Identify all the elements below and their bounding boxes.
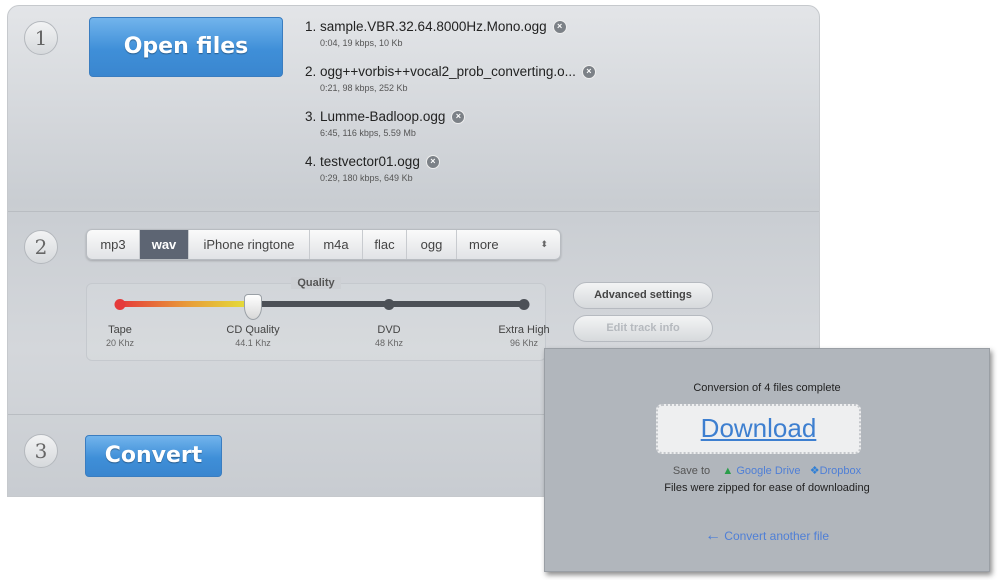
tab-mp3[interactable]: mp3 [87, 230, 140, 259]
quality-stop-label: Extra High 96 Khz [498, 324, 549, 348]
quality-slider-handle[interactable] [244, 294, 262, 320]
remove-file-icon[interactable]: × [451, 109, 466, 124]
file-name: 4. testvector01.ogg [305, 154, 420, 169]
remove-file-icon[interactable]: × [552, 19, 567, 34]
google-drive-icon: ▲ [722, 465, 734, 477]
tab-ogg[interactable]: ogg [407, 230, 457, 259]
tab-iphone-ringtone[interactable]: iPhone ringtone [189, 230, 310, 259]
step-2-badge: 2 [24, 230, 58, 264]
dropbox-link[interactable]: ❖Dropbox [810, 465, 861, 477]
file-meta: 0:29, 180 kbps, 649 Kb [320, 173, 413, 183]
tab-wav[interactable]: wav [140, 230, 189, 259]
remove-file-icon[interactable]: × [425, 154, 440, 169]
file-name: 3. Lumme-Badloop.ogg [305, 109, 446, 124]
stop-name: DVD [377, 324, 401, 336]
stop-rate: 44.1 Khz [235, 338, 271, 348]
file-item: 3. Lumme-Badloop.ogg × 6:45, 116 kbps, 5.5… [305, 109, 466, 138]
download-link[interactable]: Download [656, 404, 861, 454]
quality-stop-label: DVD 48 Khz [375, 324, 403, 348]
save-to-row: Save to ▲ Google Drive ❖Dropbox [545, 464, 989, 477]
zip-note: Files were zipped for ease of downloadin… [664, 482, 870, 494]
stop-rate: 96 Khz [509, 338, 539, 348]
save-to-label: Save to [672, 465, 711, 477]
quality-stop-label: CD Quality 44.1 Khz [226, 324, 279, 348]
step-1-badge: 1 [24, 21, 58, 55]
google-drive-label: Google Drive [736, 465, 801, 477]
open-files-button[interactable]: Open files [89, 17, 283, 77]
format-tabs: mp3 wav iPhone ringtone m4a flac ogg mor… [86, 229, 561, 260]
slider-stop[interactable] [383, 299, 395, 310]
file-name: 2. ogg++vorbis++vocal2_prob_converting.o… [305, 64, 576, 79]
updown-chevron-icon: ⬍ [540, 239, 548, 249]
file-item: 2. ogg++vorbis++vocal2_prob_converting.o… [305, 64, 596, 93]
quality-label: Quality [291, 277, 341, 289]
stop-rate: 48 Khz [374, 338, 404, 348]
conversion-status: Conversion of 4 files complete [693, 382, 841, 394]
convert-button[interactable]: Convert [85, 435, 222, 477]
dropbox-icon: ❖ [809, 465, 820, 477]
stop-name: Extra High [498, 324, 550, 336]
remove-file-icon[interactable]: × [581, 64, 596, 79]
advanced-settings-button[interactable]: Advanced settings [573, 282, 713, 309]
slider-stop[interactable] [114, 299, 126, 310]
stop-name: CD Quality [226, 324, 280, 336]
convert-another-link[interactable]: ← Convert another file [545, 527, 989, 545]
stop-rate: 20 Khz [105, 338, 135, 348]
arrow-left-icon: ← [704, 527, 721, 544]
google-drive-link[interactable]: ▲ Google Drive [722, 465, 800, 477]
file-item: 1. sample.VBR.32.64.8000Hz.Mono.ogg × 0:04… [305, 19, 567, 48]
convert-another-label: Convert another file [724, 529, 830, 543]
file-meta: 6:45, 116 kbps, 5.59 Mb [320, 128, 416, 138]
tab-m4a[interactable]: m4a [310, 230, 363, 259]
file-meta: 0:04, 19 kbps, 10 Kb [320, 38, 403, 48]
slider-stop[interactable] [518, 299, 530, 310]
edit-track-info-button[interactable]: Edit track info [573, 315, 713, 342]
file-meta: 0:21, 98 kbps, 252 Kb [320, 83, 408, 93]
stop-name: Tape [108, 324, 132, 336]
file-item: 4. testvector01.ogg × 0:29, 180 kbps, 649 … [305, 154, 440, 183]
file-name: 1. sample.VBR.32.64.8000Hz.Mono.ogg [305, 19, 547, 34]
quality-box: Quality [86, 277, 546, 361]
conversion-complete-dialog: Conversion of 4 files complete Download … [544, 348, 990, 572]
tab-flac[interactable]: flac [363, 230, 407, 259]
quality-stop-label: Tape 20 Khz [106, 324, 134, 348]
quality-slider-fill [120, 301, 253, 307]
step-3-badge: 3 [24, 434, 58, 468]
more-formats-select[interactable]: more ⬍ [457, 230, 560, 259]
divider [8, 211, 819, 212]
more-label: more [469, 237, 499, 252]
dropbox-label: Dropbox [819, 465, 862, 477]
